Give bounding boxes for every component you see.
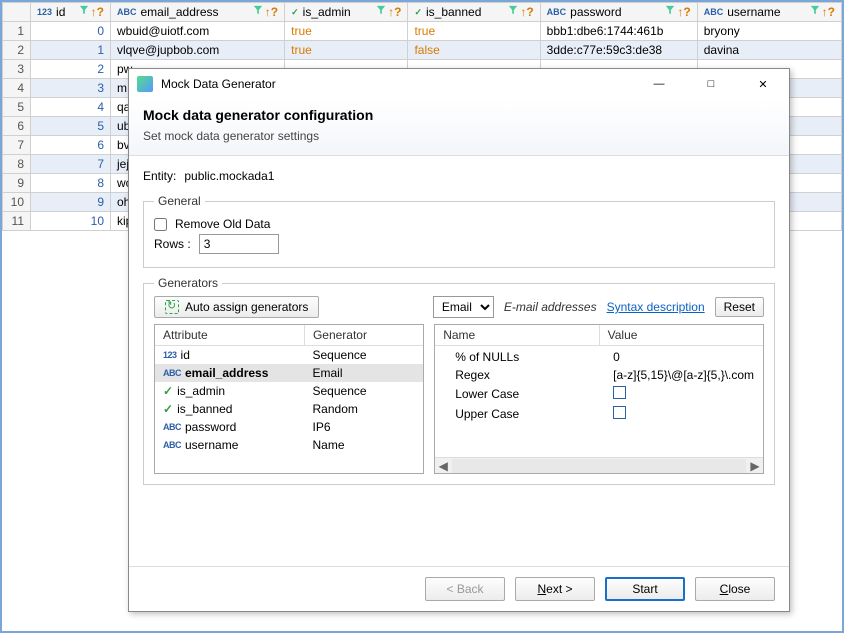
checkbox-icon[interactable]: [613, 386, 626, 399]
start-button[interactable]: Start: [605, 577, 685, 601]
attribute-row-email_address[interactable]: ABCemail_addressEmail: [155, 364, 423, 382]
column-header-is_banned[interactable]: ✓is_banned↑?: [408, 3, 540, 22]
general-legend: General: [154, 194, 205, 208]
scroll-right-icon[interactable]: ▶: [747, 459, 763, 473]
auto-assign-button[interactable]: Auto assign generators: [154, 296, 319, 318]
attribute-row-id[interactable]: 123idSequence: [155, 346, 423, 364]
dialog-footer: < Back Next > Start Close: [129, 566, 789, 611]
header-subtitle: Set mock data generator settings: [143, 129, 775, 143]
window-title: Mock Data Generator: [161, 77, 641, 91]
mock-data-dialog: Mock Data Generator — □ ✕ Mock data gene…: [128, 68, 790, 612]
general-fieldset: General Remove Old Data Rows :: [143, 194, 775, 268]
close-icon[interactable]: ✕: [745, 72, 781, 96]
entity-value: public.mockada1: [184, 169, 274, 183]
property-row[interactable]: Upper Case: [435, 404, 763, 424]
attribute-row-is_banned[interactable]: ✓is_bannedRandom: [155, 400, 423, 418]
property-row[interactable]: % of NULLs0: [435, 348, 763, 366]
dialog-header: Mock data generator configuration Set mo…: [129, 99, 789, 156]
table-row[interactable]: 21vlqve@jupbob.comtruefalse3dde:c77e:59c…: [3, 41, 842, 60]
remove-old-checkbox[interactable]: [154, 218, 167, 231]
name-col-header: Name: [435, 325, 599, 345]
entity-row: Entity: public.mockada1: [143, 169, 775, 183]
attribute-row-username[interactable]: ABCusernameName: [155, 436, 423, 454]
column-header-username[interactable]: ABCusername↑?: [697, 3, 841, 22]
generator-desc: E-mail addresses: [504, 300, 597, 314]
remove-old-label: Remove Old Data: [175, 217, 270, 231]
header-title: Mock data generator configuration: [143, 107, 775, 123]
column-header-email_address[interactable]: ABCemail_address↑?: [111, 3, 285, 22]
column-header-password[interactable]: ABCpassword↑?: [540, 3, 697, 22]
gen-col-header: Generator: [305, 325, 423, 345]
horizontal-scrollbar[interactable]: ◀ ▶: [435, 457, 763, 473]
row-header-blank: [3, 3, 31, 22]
attribute-row-password[interactable]: ABCpasswordIP6: [155, 418, 423, 436]
attr-col-header: Attribute: [155, 325, 305, 345]
close-button[interactable]: Close: [695, 577, 775, 601]
auto-assign-label: Auto assign generators: [185, 300, 308, 314]
column-header-id[interactable]: 123id↑?: [31, 3, 111, 22]
minimize-button[interactable]: —: [641, 72, 677, 96]
column-header-is_admin[interactable]: ✓is_admin↑?: [285, 3, 408, 22]
value-col-header: Value: [600, 325, 763, 345]
next-button[interactable]: Next >: [515, 577, 595, 601]
property-row[interactable]: Regex[a-z]{5,15}\@[a-z]{5,}\.com: [435, 366, 763, 384]
back-button: < Back: [425, 577, 505, 601]
rows-input[interactable]: [199, 234, 279, 254]
app-icon: [137, 76, 153, 92]
attribute-row-is_admin[interactable]: ✓is_adminSequence: [155, 382, 423, 400]
titlebar[interactable]: Mock Data Generator — □ ✕: [129, 69, 789, 99]
auto-assign-icon: [165, 300, 179, 314]
generators-legend: Generators: [154, 276, 222, 290]
entity-label: Entity:: [143, 169, 176, 183]
rows-label: Rows :: [154, 237, 191, 251]
scroll-left-icon[interactable]: ◀: [435, 459, 451, 473]
property-row[interactable]: Lower Case: [435, 384, 763, 404]
checkbox-icon[interactable]: [613, 406, 626, 419]
properties-table[interactable]: Name Value % of NULLs0Regex[a-z]{5,15}\@…: [434, 324, 764, 474]
generators-fieldset: Generators Auto assign generators Email …: [143, 276, 775, 485]
generator-type-select[interactable]: Email: [433, 296, 494, 318]
reset-button[interactable]: Reset: [715, 297, 764, 317]
table-row[interactable]: 10wbuid@uiotf.comtruetruebbb1:dbe6:1744:…: [3, 22, 842, 41]
syntax-link[interactable]: Syntax description: [607, 300, 705, 314]
maximize-button[interactable]: □: [693, 72, 729, 96]
attributes-table[interactable]: Attribute Generator 123idSequenceABCemai…: [154, 324, 424, 474]
